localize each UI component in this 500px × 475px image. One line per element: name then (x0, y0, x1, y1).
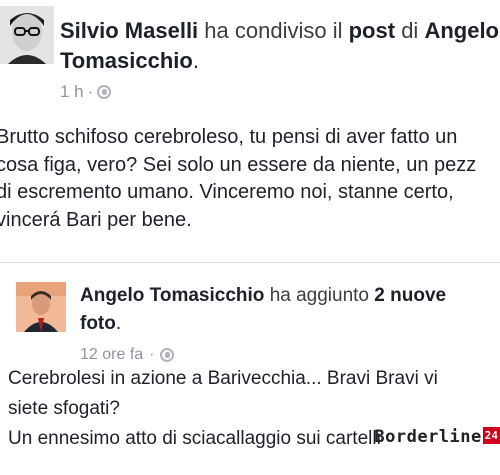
photo-count-link[interactable]: 2 nuove (374, 285, 446, 306)
post1-body: Brutto schifoso cerebroleso, tu pensi di… (0, 124, 500, 234)
post2-header: Angelo Tomasicchio ha aggiunto 2 nuove (80, 283, 446, 309)
timestamp-link[interactable]: 12 ore fa (80, 346, 143, 364)
post1-header-line2: Tomasicchio. (60, 46, 199, 76)
post-text-line: Brutto schifoso cerebroleso, tu pensi di… (0, 126, 458, 148)
author-name-link[interactable]: Silvio Maselli (60, 18, 198, 43)
added-verb: ha aggiunto (269, 285, 370, 306)
post-text-line: di escremento umano. Vinceremo noi, stan… (0, 181, 454, 203)
avatar-silvio-maselli[interactable] (0, 6, 54, 64)
post-text-line: siete sfogati? (8, 398, 120, 419)
globe-icon[interactable] (160, 348, 175, 362)
borderline-watermark: Borderline 24 (374, 427, 500, 457)
post-text-line: vincerá Bari per bene. (0, 208, 192, 231)
meta-separator: · (87, 82, 94, 101)
meta-separator: · (149, 346, 155, 363)
author-name-link[interactable]: Angelo Tomasicchio (80, 285, 264, 306)
shared-verb: ha condiviso il (204, 18, 343, 43)
post-divider (0, 262, 500, 263)
post1-header: Silvio Maselli ha condiviso il post di A… (60, 16, 500, 46)
target-surname-link[interactable]: Tomasicchio (60, 48, 193, 73)
profile-photo-icon (0, 6, 54, 64)
photos-link[interactable]: foto (80, 313, 116, 334)
facebook-feed-screenshot: Silvio Maselli ha condiviso il post di A… (0, 0, 500, 475)
post-text-line: Cerebrolesi in azione a Barivecchia... B… (8, 368, 438, 389)
post2-header-line2: foto. (80, 311, 121, 337)
globe-icon[interactable] (97, 85, 112, 99)
target-name-link[interactable]: Angelo (424, 18, 499, 43)
profile-photo-icon (16, 282, 66, 332)
connector-text: di (401, 18, 419, 43)
watermark-text: Borderline (374, 427, 482, 447)
avatar-angelo-tomasicchio[interactable] (16, 282, 66, 332)
post-link[interactable]: post (349, 18, 395, 43)
header-period: . (115, 313, 122, 334)
timestamp-link[interactable]: 1 h (60, 82, 84, 102)
post1-meta: 1 h · (60, 82, 112, 102)
header-period: . (192, 48, 199, 73)
post-text-line: cosa figa, vero? Sei solo un essere da n… (0, 153, 477, 176)
post2-meta: 12 ore fa · (80, 346, 175, 364)
watermark-tag: 24 (482, 427, 500, 444)
